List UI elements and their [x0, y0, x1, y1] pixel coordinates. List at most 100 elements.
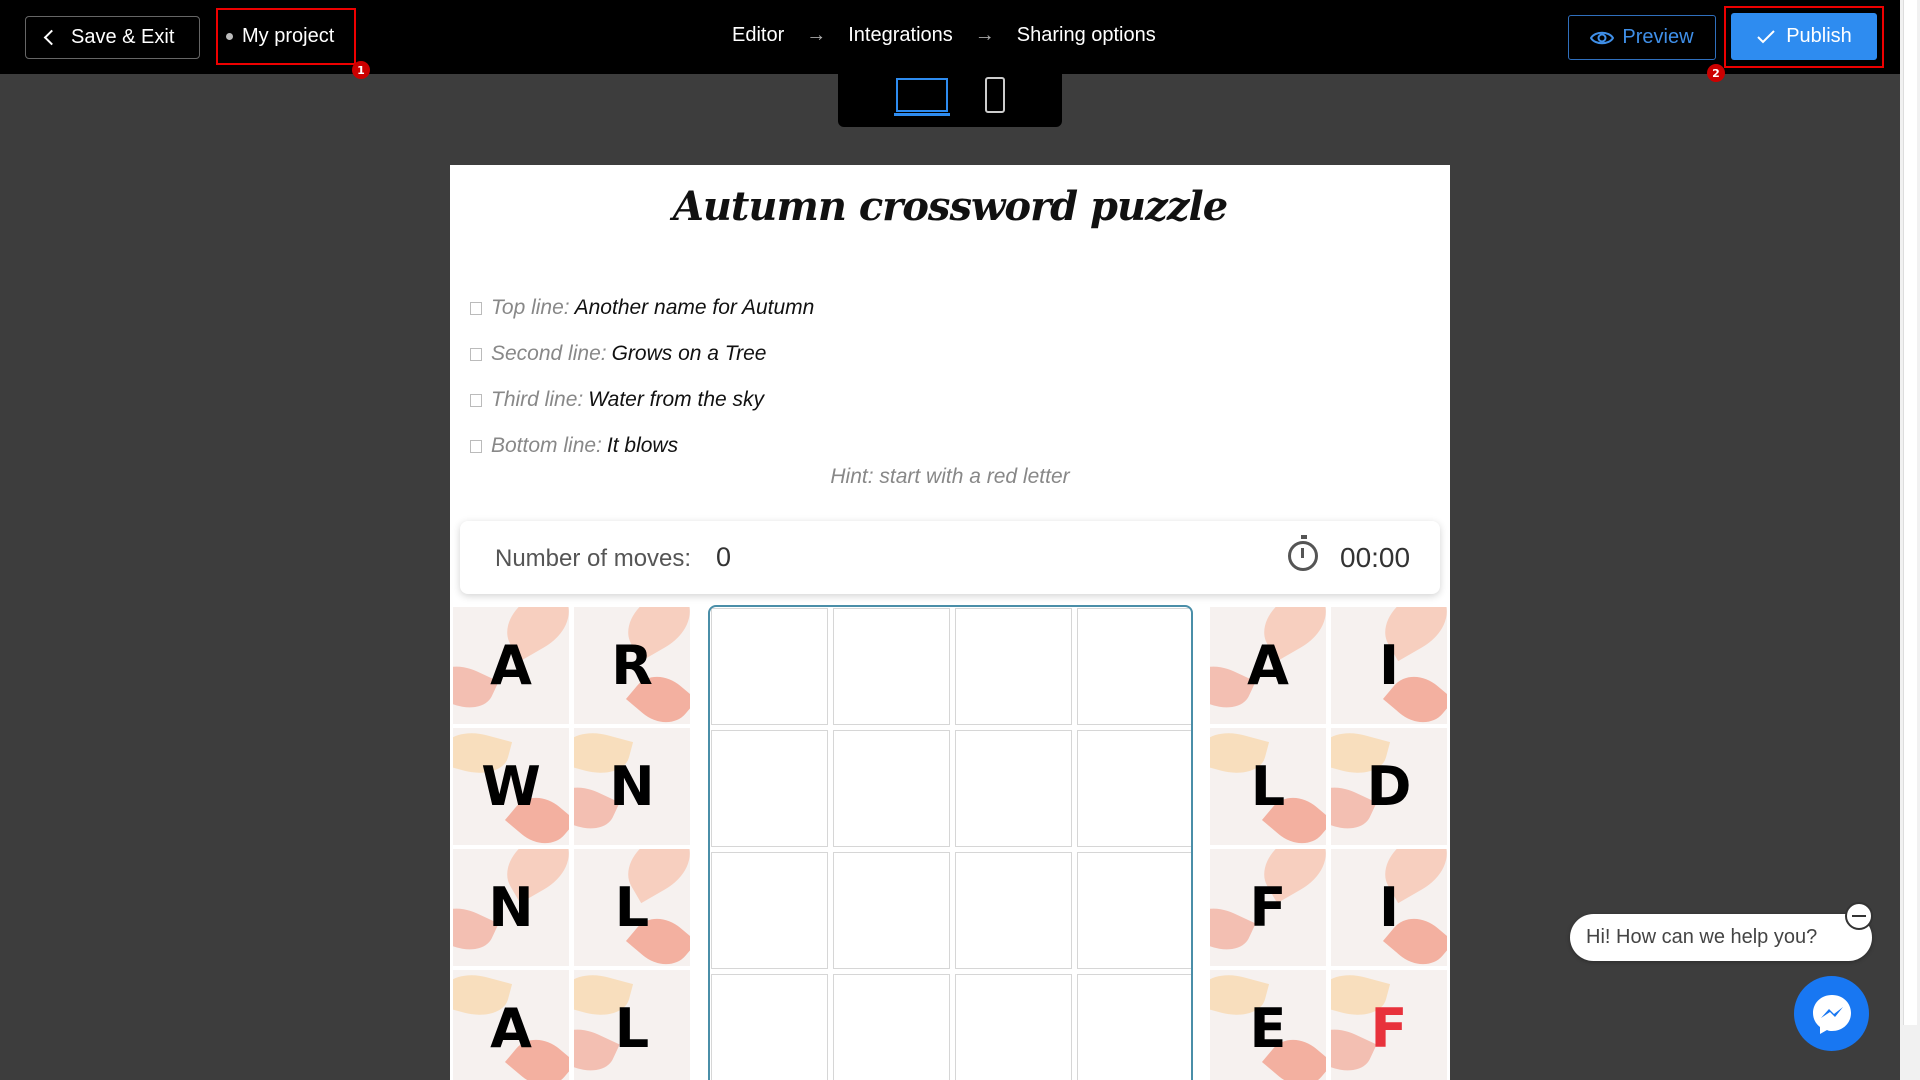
- letter-tile[interactable]: L: [574, 849, 690, 966]
- board-cell[interactable]: [1077, 730, 1191, 847]
- tile-letter: A: [490, 634, 532, 697]
- preview-button[interactable]: Preview: [1568, 15, 1716, 60]
- close-chat-icon[interactable]: [1845, 902, 1873, 930]
- messenger-icon: [1812, 994, 1851, 1034]
- board-cell[interactable]: [955, 852, 1072, 969]
- board-cell[interactable]: [1077, 608, 1191, 725]
- puzzle-card: Autumn crossword puzzle Top line: Anothe…: [450, 165, 1450, 1080]
- clue-item: Bottom line: It blows: [470, 423, 814, 469]
- clue-label: Third line:: [491, 388, 584, 411]
- clue-item: Third line: Water from the sky: [470, 377, 814, 423]
- tile-letter: A: [490, 997, 532, 1060]
- board-cell[interactable]: [833, 730, 950, 847]
- checkbox-icon: [470, 347, 482, 361]
- letter-tile[interactable]: A: [453, 970, 569, 1080]
- board-cell[interactable]: [955, 730, 1072, 847]
- board-cell[interactable]: [833, 608, 950, 725]
- chat-prompt-text: Hi! How can we help you?: [1586, 926, 1818, 948]
- messenger-button[interactable]: [1794, 976, 1869, 1051]
- letter-tile[interactable]: F: [1210, 849, 1326, 966]
- board-cell[interactable]: [711, 608, 828, 725]
- check-icon: [1757, 29, 1775, 43]
- project-name[interactable]: My project: [216, 8, 356, 65]
- scrollbar-thumb[interactable]: [1903, 0, 1917, 1025]
- letter-tile[interactable]: E: [1210, 970, 1326, 1080]
- publish-label: Publish: [1786, 25, 1852, 47]
- timer-value: 00:00: [1340, 542, 1411, 573]
- letter-tile[interactable]: L: [574, 970, 690, 1080]
- tile-letter: F: [1370, 997, 1408, 1060]
- letter-tile[interactable]: W: [453, 728, 569, 845]
- clue-label: Top line:: [491, 296, 570, 319]
- chat-prompt[interactable]: Hi! How can we help you?: [1570, 914, 1872, 961]
- clue-value: Another name for Autumn: [574, 296, 815, 319]
- tile-letter: L: [614, 876, 650, 939]
- letter-tile[interactable]: A: [1210, 607, 1326, 724]
- publish-button[interactable]: Publish: [1731, 13, 1877, 60]
- project-name-label: My project: [242, 25, 335, 47]
- tile-letter: A: [1247, 634, 1289, 697]
- moves-label: Number of moves:: [495, 545, 692, 572]
- moves-value: 0: [716, 542, 732, 572]
- puzzle-title: Autumn crossword puzzle: [672, 183, 1228, 230]
- board-cell[interactable]: [711, 730, 828, 847]
- scrollbar[interactable]: [1900, 0, 1920, 1080]
- mobile-icon[interactable]: [985, 77, 1005, 113]
- stats-bar: Number of moves: 0 00:00: [460, 521, 1440, 594]
- puzzle-board[interactable]: [708, 605, 1193, 1080]
- step-sharing-options[interactable]: Sharing options: [1017, 24, 1156, 47]
- hint-text: Hint: start with a red letter: [830, 465, 1070, 488]
- eye-icon: [1590, 31, 1615, 44]
- clue-list: Top line: Another name for Autumn Second…: [470, 285, 814, 469]
- preview-label: Preview: [1622, 26, 1694, 48]
- tile-letter: D: [1366, 755, 1412, 818]
- board-cell[interactable]: [711, 974, 828, 1080]
- board-cell[interactable]: [1077, 852, 1191, 969]
- letter-tile[interactable]: R: [574, 607, 690, 724]
- save-exit-button[interactable]: Save & Exit: [25, 16, 200, 59]
- device-toggle: [838, 74, 1062, 127]
- tile-letter: N: [488, 876, 534, 939]
- letter-tile[interactable]: I: [1331, 849, 1447, 966]
- step-editor[interactable]: Editor: [732, 24, 784, 47]
- clue-value: Water from the sky: [588, 388, 765, 411]
- checkbox-icon: [470, 393, 482, 407]
- desktop-icon[interactable]: [894, 78, 950, 116]
- arrow-right-icon: →: [806, 24, 827, 46]
- tile-letter: F: [1249, 876, 1287, 939]
- annotation-badge-2: 2: [1707, 64, 1725, 82]
- letter-tile[interactable]: D: [1331, 728, 1447, 845]
- letter-tile[interactable]: N: [574, 728, 690, 845]
- chevron-left-icon: [43, 29, 60, 46]
- tile-letter: L: [614, 997, 650, 1060]
- letter-tile[interactable]: L: [1210, 728, 1326, 845]
- tile-letter: N: [609, 755, 655, 818]
- top-bar: Save & Exit My project 1 Editor → Integr…: [0, 0, 1900, 82]
- tile-letter: I: [1378, 634, 1400, 697]
- letter-tile[interactable]: A: [453, 607, 569, 724]
- board-cell[interactable]: [955, 974, 1072, 1080]
- board-cell[interactable]: [833, 974, 950, 1080]
- clue-label: Bottom line:: [491, 434, 602, 457]
- checkbox-icon: [470, 439, 482, 453]
- status-dot-icon: [226, 33, 233, 40]
- letter-tile[interactable]: I: [1331, 607, 1447, 724]
- save-exit-label: Save & Exit: [71, 26, 175, 48]
- board-cell[interactable]: [833, 852, 950, 969]
- board-cell[interactable]: [955, 608, 1072, 725]
- board-cell[interactable]: [1077, 974, 1191, 1080]
- arrow-right-icon: →: [974, 24, 995, 46]
- letter-tile[interactable]: N: [453, 849, 569, 966]
- step-integrations[interactable]: Integrations: [848, 24, 953, 47]
- clue-value: Grows on a Tree: [611, 342, 767, 365]
- letter-tile[interactable]: F: [1331, 970, 1447, 1080]
- step-breadcrumb: Editor → Integrations → Sharing options: [732, 24, 1156, 47]
- clue-label: Second line:: [491, 342, 607, 365]
- clue-value: It blows: [606, 434, 679, 457]
- clue-item: Second line: Grows on a Tree: [470, 331, 814, 377]
- tile-letter: E: [1249, 997, 1287, 1060]
- tile-letter: I: [1378, 876, 1400, 939]
- board-cell[interactable]: [711, 852, 828, 969]
- tile-letter: R: [611, 634, 653, 697]
- annotation-badge-1: 1: [352, 61, 370, 79]
